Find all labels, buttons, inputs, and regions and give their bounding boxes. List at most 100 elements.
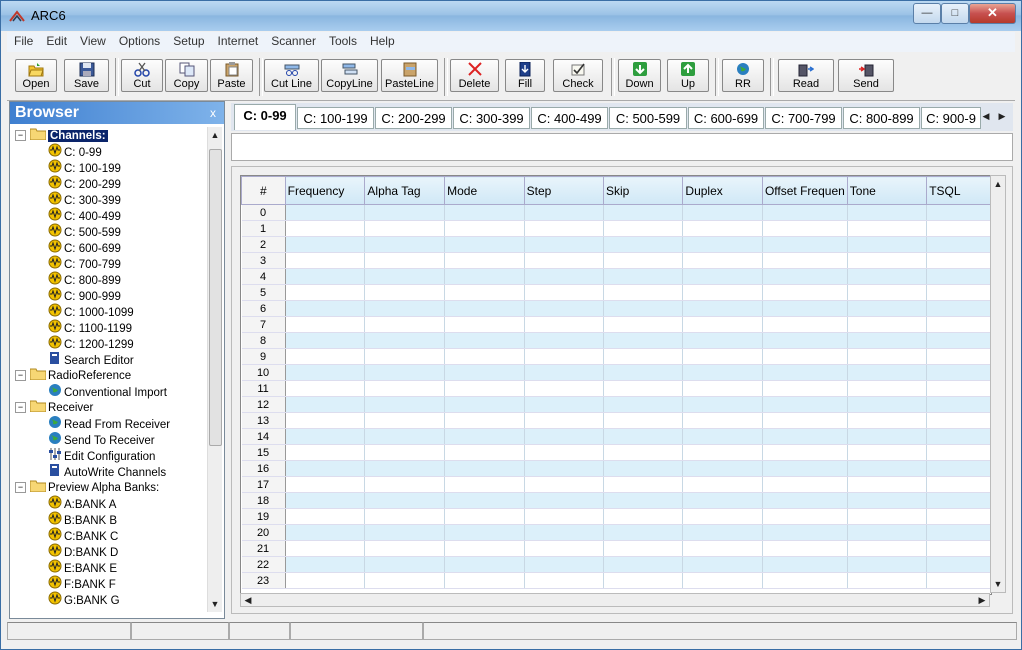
menu-internet[interactable]: Internet — [211, 32, 265, 48]
table-cell[interactable] — [762, 364, 848, 381]
table-cell[interactable] — [524, 268, 605, 285]
table-cell[interactable] — [847, 204, 928, 221]
table-cell[interactable] — [847, 492, 928, 509]
table-cell[interactable] — [926, 444, 991, 461]
grid-scroll-down-icon[interactable]: ▼ — [991, 577, 1005, 591]
menu-tools[interactable]: Tools — [322, 32, 363, 48]
grid-scroll-right-icon[interactable]: ▶ — [975, 593, 989, 607]
table-cell[interactable] — [364, 268, 446, 285]
table-cell[interactable] — [364, 396, 446, 413]
table-cell[interactable] — [762, 476, 848, 493]
table-cell[interactable] — [364, 444, 446, 461]
tree-item[interactable]: G:BANK G — [48, 591, 120, 607]
table-cell[interactable] — [762, 444, 848, 461]
table-cell[interactable] — [682, 428, 763, 445]
table-cell[interactable] — [926, 460, 991, 477]
table-cell[interactable] — [285, 316, 366, 333]
table-cell[interactable] — [444, 412, 525, 429]
table-cell[interactable] — [444, 428, 525, 445]
table-cell[interactable] — [847, 540, 928, 557]
table-cell[interactable] — [603, 316, 684, 333]
tree-item[interactable]: C: 800-899 — [48, 271, 121, 287]
table-cell[interactable] — [847, 332, 928, 349]
table-cell[interactable] — [762, 508, 848, 525]
table-cell[interactable] — [524, 252, 605, 269]
table-cell[interactable] — [926, 236, 991, 253]
table-cell[interactable] — [444, 380, 525, 397]
save-button[interactable]: Save — [64, 59, 109, 92]
table-cell[interactable] — [524, 572, 605, 589]
table-cell[interactable] — [682, 540, 763, 557]
table-cell[interactable] — [762, 396, 848, 413]
table-cell[interactable] — [364, 380, 446, 397]
table-cell[interactable] — [364, 524, 446, 541]
table-cell[interactable] — [285, 572, 366, 589]
tree-item[interactable]: Channels: — [29, 127, 108, 143]
column-header[interactable]: Mode — [444, 176, 525, 205]
table-cell[interactable] — [524, 348, 605, 365]
table-cell[interactable] — [926, 508, 991, 525]
column-header[interactable]: Offset Frequen — [761, 176, 848, 205]
table-cell[interactable] — [524, 524, 605, 541]
check-button[interactable]: Check — [553, 59, 603, 92]
table-cell[interactable] — [524, 444, 605, 461]
table-cell[interactable] — [364, 460, 446, 477]
table-cell[interactable] — [524, 220, 605, 237]
table-cell[interactable] — [285, 236, 366, 253]
menu-edit[interactable]: Edit — [39, 32, 73, 48]
table-cell[interactable] — [603, 412, 684, 429]
cut-button[interactable]: Cut — [121, 59, 163, 92]
table-cell[interactable] — [364, 492, 446, 509]
table-cell[interactable] — [524, 316, 605, 333]
table-cell[interactable] — [285, 412, 366, 429]
table-cell[interactable] — [926, 412, 991, 429]
column-header[interactable]: Step — [523, 176, 605, 205]
tab-channel-range[interactable]: C: 400-499 — [531, 107, 608, 129]
table-cell[interactable] — [603, 444, 684, 461]
table-cell[interactable] — [926, 284, 991, 301]
tree-item[interactable]: C: 400-499 — [48, 207, 121, 223]
scroll-up-arrow-icon[interactable]: ▲ — [208, 128, 222, 142]
tree-item[interactable]: Receiver — [29, 399, 93, 415]
table-row[interactable]: 1 — [241, 220, 991, 237]
table-cell[interactable] — [762, 492, 848, 509]
table-cell[interactable] — [762, 540, 848, 557]
tab-scroll-left-icon[interactable]: ◀ — [979, 109, 993, 123]
tab-channel-range[interactable]: C: 500-599 — [609, 107, 687, 129]
table-cell[interactable] — [524, 460, 605, 477]
table-cell[interactable] — [524, 412, 605, 429]
table-cell[interactable] — [762, 220, 848, 237]
table-row[interactable]: 10 — [241, 364, 991, 381]
table-cell[interactable] — [847, 396, 928, 413]
table-cell[interactable] — [285, 428, 366, 445]
table-cell[interactable] — [524, 556, 605, 573]
table-cell[interactable] — [682, 236, 763, 253]
table-row[interactable]: 0 — [241, 204, 991, 221]
table-cell[interactable] — [926, 364, 991, 381]
table-cell[interactable] — [285, 492, 366, 509]
table-cell[interactable] — [682, 284, 763, 301]
table-cell[interactable] — [524, 204, 605, 221]
table-cell[interactable] — [524, 236, 605, 253]
table-cell[interactable] — [682, 460, 763, 477]
table-cell[interactable] — [762, 524, 848, 541]
table-cell[interactable] — [847, 316, 928, 333]
table-cell[interactable] — [603, 492, 684, 509]
table-cell[interactable] — [285, 220, 366, 237]
table-cell[interactable] — [285, 524, 366, 541]
table-cell[interactable] — [682, 380, 763, 397]
table-row[interactable]: 13 — [241, 412, 991, 429]
column-header[interactable]: TSQL — [926, 176, 991, 205]
table-cell[interactable] — [603, 300, 684, 317]
rr-button[interactable]: RR — [722, 59, 764, 92]
send-button[interactable]: Send — [838, 59, 894, 92]
tree-collapse-toggle[interactable]: − — [15, 402, 26, 413]
table-cell[interactable] — [762, 252, 848, 269]
table-cell[interactable] — [762, 380, 848, 397]
table-cell[interactable] — [524, 300, 605, 317]
table-cell[interactable] — [444, 572, 525, 589]
table-cell[interactable] — [524, 540, 605, 557]
table-cell[interactable] — [364, 540, 446, 557]
table-cell[interactable] — [285, 444, 366, 461]
table-cell[interactable] — [926, 252, 991, 269]
